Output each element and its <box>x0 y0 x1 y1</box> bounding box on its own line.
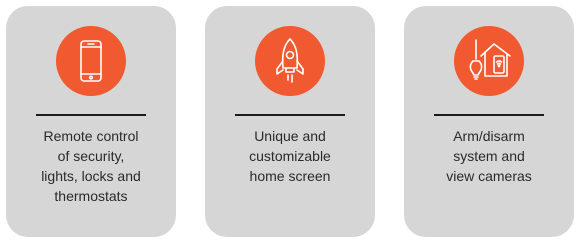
feature-card-remote-control: Remote control of security, lights, lock… <box>6 6 176 237</box>
feature-card-home-screen: Unique and customizable home screen <box>205 6 375 237</box>
feature-description: Remote control of security, lights, lock… <box>41 128 141 204</box>
feature-card-arm-disarm: Arm/disarm system and view cameras <box>404 6 574 237</box>
feature-description: Arm/disarm system and view cameras <box>446 128 532 184</box>
smart-home-icon <box>454 26 524 96</box>
rocket-icon <box>255 26 325 96</box>
card-divider <box>235 114 345 116</box>
card-divider <box>434 114 544 116</box>
card-divider <box>36 114 146 116</box>
feature-description: Unique and customizable home screen <box>249 128 331 184</box>
feature-cards: Remote control of security, lights, lock… <box>6 6 576 237</box>
smartphone-icon <box>56 26 126 96</box>
